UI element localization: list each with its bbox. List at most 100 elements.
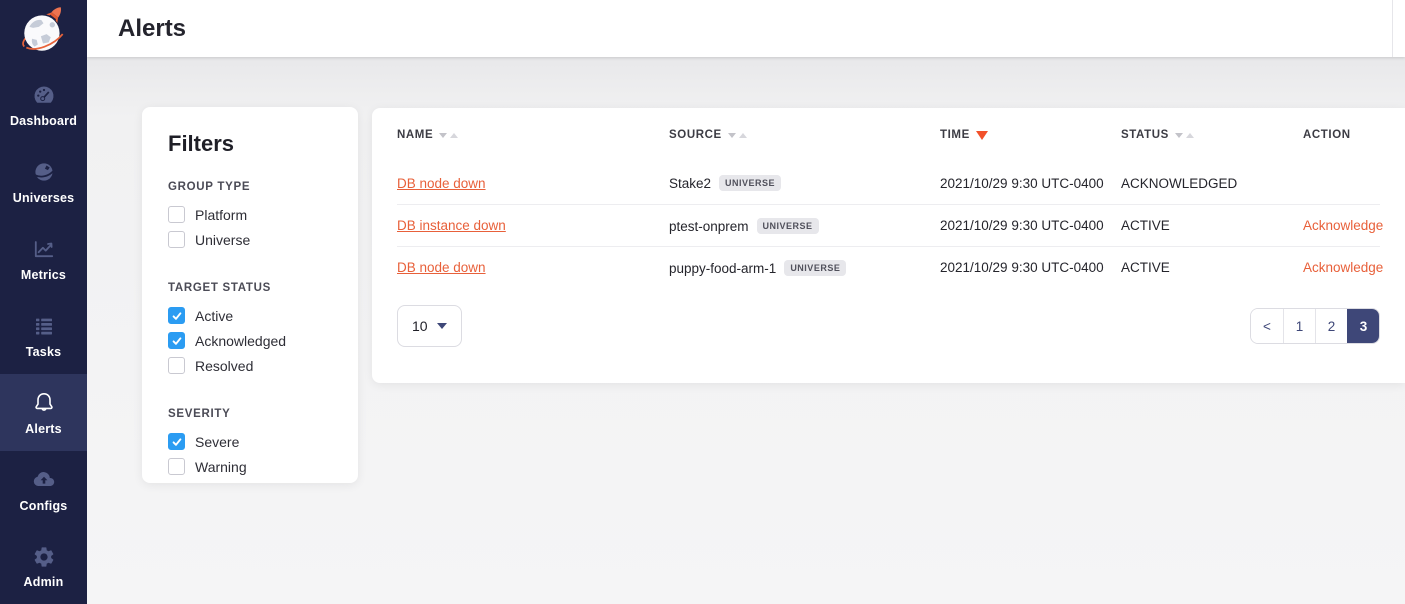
filter-section-label: GROUP TYPE [168, 181, 332, 193]
alert-status: ACKNOWLEDGED [1121, 176, 1303, 191]
sidebar-item-metrics[interactable]: Metrics [0, 220, 87, 297]
filter-option-active[interactable]: Active [168, 307, 332, 324]
planet-rocket-logo-icon [19, 4, 69, 63]
page-size-value: 10 [412, 318, 428, 334]
sidebar-item-admin[interactable]: Admin [0, 528, 87, 604]
filter-option-label: Resolved [195, 358, 253, 374]
line-chart-icon [31, 236, 57, 262]
column-header-source[interactable]: SOURCE [669, 129, 940, 141]
topbar-divider [1392, 0, 1393, 57]
checkbox-checked[interactable] [168, 332, 185, 349]
column-header-label: SOURCE [669, 129, 722, 141]
alert-time: 2021/10/29 9:30 UTC-0400 [940, 176, 1121, 191]
acknowledge-link[interactable]: Acknowledge [1303, 260, 1383, 275]
column-header-label: STATUS [1121, 129, 1169, 141]
sidebar-item-dashboard[interactable]: Dashboard [0, 66, 87, 143]
filters-panel: Filters GROUP TYPE Platform Universe TAR… [142, 107, 358, 483]
gear-icon [32, 545, 56, 569]
page-title: Alerts [118, 15, 186, 43]
globe-icon [31, 159, 57, 185]
sort-icons [439, 133, 458, 138]
bell-icon [31, 390, 57, 416]
pagination-prev-button[interactable]: < [1251, 309, 1283, 343]
task-list-icon [31, 313, 57, 339]
filter-option-universe[interactable]: Universe [168, 231, 332, 248]
pagination-page-2-button[interactable]: 2 [1315, 309, 1347, 343]
checkbox-unchecked[interactable] [168, 231, 185, 248]
pagination-page-3-button[interactable]: 3 [1347, 309, 1379, 343]
filter-section-label: TARGET STATUS [168, 282, 332, 294]
filter-option-label: Active [195, 308, 233, 324]
filter-option-label: Acknowledged [195, 333, 286, 349]
sidebar-item-label: Tasks [26, 345, 62, 359]
sort-desc-icon [976, 131, 988, 140]
filter-option-label: Severe [195, 434, 239, 450]
alert-source: puppy-food-arm-1 [669, 261, 776, 276]
sort-icons [728, 133, 747, 138]
sidebar-item-alerts[interactable]: Alerts [0, 374, 87, 451]
sidebar-item-label: Universes [13, 191, 75, 205]
app-logo[interactable] [0, 0, 87, 66]
acknowledge-link[interactable]: Acknowledge [1303, 218, 1383, 233]
filter-option-platform[interactable]: Platform [168, 206, 332, 223]
cloud-upload-icon [31, 467, 57, 493]
column-header-action: ACTION [1303, 129, 1380, 141]
filter-section-label: SEVERITY [168, 408, 332, 420]
table-footer: 10 < 1 2 3 [397, 305, 1380, 347]
source-type-badge: UNIVERSE [757, 218, 819, 234]
sidebar-item-universes[interactable]: Universes [0, 143, 87, 220]
checkbox-unchecked[interactable] [168, 206, 185, 223]
table-row: DB node down Stake2 UNIVERSE 2021/10/29 9… [397, 162, 1380, 204]
page-size-dropdown[interactable]: 10 [397, 305, 462, 347]
table-row: DB node down puppy-food-arm-1 UNIVERSE 20… [397, 246, 1380, 288]
filter-section-group-type: GROUP TYPE Platform Universe [168, 181, 332, 248]
checkbox-checked[interactable] [168, 433, 185, 450]
alerts-table: NAME SOURCE TIME STATUS ACTION [372, 108, 1405, 383]
alert-name-link[interactable]: DB node down [397, 176, 486, 191]
alert-time: 2021/10/29 9:30 UTC-0400 [940, 218, 1121, 233]
topbar: Alerts [87, 0, 1405, 57]
sidebar-item-label: Alerts [25, 422, 62, 436]
column-header-time[interactable]: TIME [940, 129, 1121, 141]
pagination: < 1 2 3 [1250, 308, 1380, 344]
source-type-badge: UNIVERSE [719, 175, 781, 191]
alert-status: ACTIVE [1121, 218, 1303, 233]
filter-option-resolved[interactable]: Resolved [168, 357, 332, 374]
content-area: Filters GROUP TYPE Platform Universe TAR… [87, 57, 1405, 604]
sidebar-item-tasks[interactable]: Tasks [0, 297, 87, 374]
alert-name-link[interactable]: DB node down [397, 260, 486, 275]
alert-source: Stake2 [669, 176, 711, 191]
pagination-page-1-button[interactable]: 1 [1283, 309, 1315, 343]
column-header-status[interactable]: STATUS [1121, 129, 1303, 141]
table-row: DB instance down ptest-onprem UNIVERSE 20… [397, 204, 1380, 246]
filter-option-label: Universe [195, 232, 250, 248]
table-header-row: NAME SOURCE TIME STATUS ACTION [397, 108, 1380, 162]
sidebar-item-label: Dashboard [10, 114, 77, 128]
filter-section-severity: SEVERITY Severe Warning [168, 408, 332, 475]
alert-source: ptest-onprem [669, 219, 749, 234]
filter-option-acknowledged[interactable]: Acknowledged [168, 332, 332, 349]
checkbox-checked[interactable] [168, 307, 185, 324]
checkbox-unchecked[interactable] [168, 458, 185, 475]
sidebar-item-configs[interactable]: Configs [0, 451, 87, 528]
source-type-badge: UNIVERSE [784, 260, 846, 276]
filter-option-warning[interactable]: Warning [168, 458, 332, 475]
filter-option-label: Platform [195, 207, 247, 223]
checkbox-unchecked[interactable] [168, 357, 185, 374]
sidebar: Dashboard Universes Metrics [0, 0, 87, 604]
alert-name-link[interactable]: DB instance down [397, 218, 506, 233]
column-header-label: ACTION [1303, 129, 1351, 141]
filter-option-severe[interactable]: Severe [168, 433, 332, 450]
filters-title: Filters [168, 131, 332, 157]
column-header-label: TIME [940, 129, 970, 141]
filter-section-target-status: TARGET STATUS Active Acknowledged Resolv… [168, 282, 332, 374]
gauge-icon [31, 82, 57, 108]
filter-option-label: Warning [195, 459, 247, 475]
column-header-name[interactable]: NAME [397, 129, 669, 141]
sidebar-item-label: Configs [20, 499, 68, 513]
alert-time: 2021/10/29 9:30 UTC-0400 [940, 260, 1121, 275]
column-header-label: NAME [397, 129, 433, 141]
alert-status: ACTIVE [1121, 260, 1303, 275]
sidebar-item-label: Admin [24, 575, 64, 589]
sidebar-item-label: Metrics [21, 268, 66, 282]
